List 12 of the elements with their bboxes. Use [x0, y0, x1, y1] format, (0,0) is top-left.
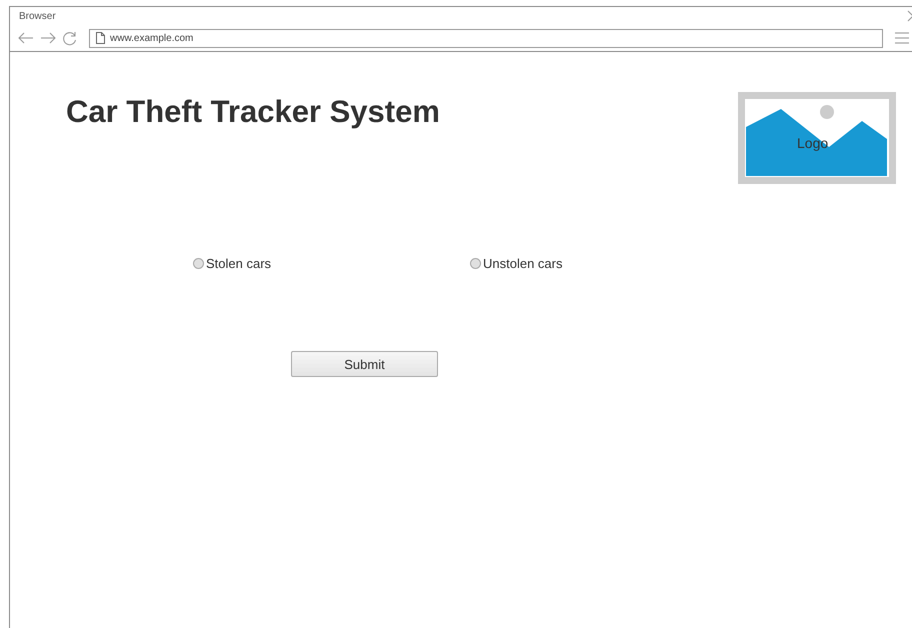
menu-icon[interactable] — [895, 32, 909, 44]
forward-icon[interactable] — [40, 32, 56, 44]
address-bar[interactable]: www.example.com — [89, 28, 883, 48]
radio-option[interactable]: Unstolen cars — [470, 256, 562, 271]
page-title: Car Theft Tracker System — [66, 94, 440, 131]
window-title: Browser — [19, 10, 56, 22]
radio-option[interactable]: Stolen cars — [193, 256, 272, 271]
logo-label: Logo — [797, 135, 828, 151]
submit-button[interactable]: Submit — [291, 351, 438, 377]
reload-icon[interactable] — [62, 30, 77, 46]
back-icon[interactable] — [18, 32, 34, 44]
page-icon — [96, 32, 105, 44]
